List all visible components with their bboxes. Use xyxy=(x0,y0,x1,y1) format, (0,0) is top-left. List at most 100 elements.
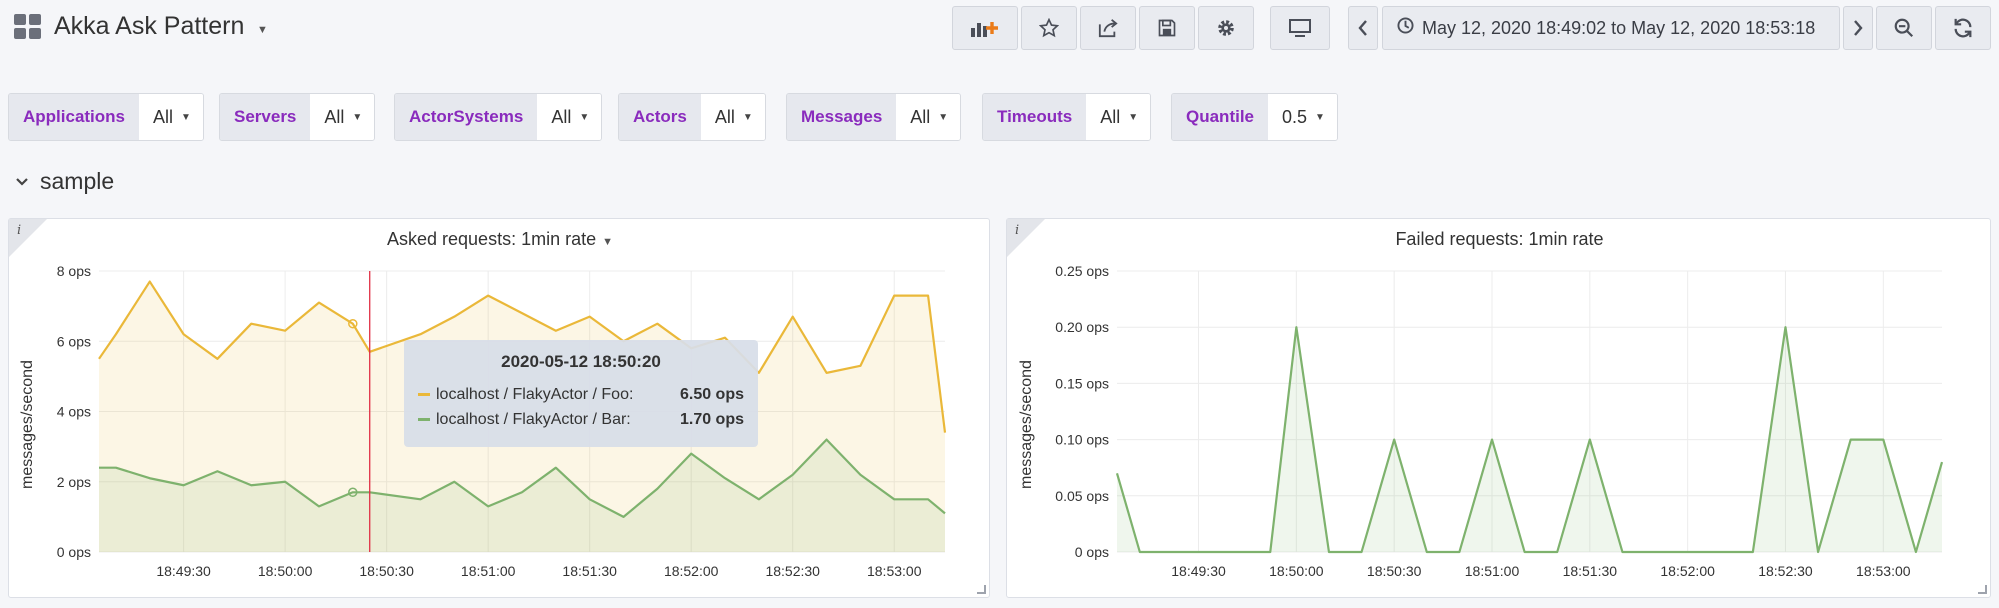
variable-dropdown[interactable]: All ▼ xyxy=(310,94,375,140)
refresh-button[interactable] xyxy=(1935,6,1991,50)
star-button[interactable] xyxy=(1021,6,1077,50)
y-tick-label: 0 ops xyxy=(57,544,91,560)
time-forward-button[interactable] xyxy=(1843,6,1873,50)
time-range-picker[interactable]: May 12, 2020 18:49:02 to May 12, 2020 18… xyxy=(1382,6,1840,50)
gear-icon xyxy=(1215,17,1237,39)
time-range-text: May 12, 2020 18:49:02 to May 12, 2020 18… xyxy=(1422,17,1816,38)
variable-label: ActorSystems xyxy=(395,94,538,140)
caret-down-icon: ▼ xyxy=(938,111,949,123)
variable-actors[interactable]: Actors All ▼ xyxy=(618,93,766,141)
variable-dropdown[interactable]: All ▼ xyxy=(1086,94,1151,140)
series-swatch xyxy=(418,393,430,396)
variable-value: All xyxy=(910,106,931,127)
x-tick-label: 18:51:30 xyxy=(1563,563,1618,579)
add-panel-icon xyxy=(970,18,1000,38)
variable-label: Applications xyxy=(9,94,140,140)
chart-tooltip: 2020-05-12 18:50:20 localhost / FlakyAct… xyxy=(404,340,758,447)
settings-button[interactable] xyxy=(1198,6,1254,50)
x-tick-label: 18:50:00 xyxy=(258,563,313,579)
y-tick-label: 0.20 ops xyxy=(1055,319,1109,335)
x-tick-label: 18:53:00 xyxy=(867,563,922,579)
caret-down-icon: ▼ xyxy=(1315,111,1325,123)
variable-label: Messages xyxy=(787,94,897,140)
x-tick-label: 18:49:30 xyxy=(156,563,211,579)
y-tick-label: 0.15 ops xyxy=(1055,375,1109,391)
x-tick-label: 18:50:30 xyxy=(359,563,414,579)
variable-label: Actors xyxy=(619,94,701,140)
share-button[interactable] xyxy=(1080,6,1136,50)
time-back-button[interactable] xyxy=(1348,6,1378,50)
variable-timeouts[interactable]: Timeouts All ▼ xyxy=(982,93,1152,141)
x-tick-label: 18:52:00 xyxy=(664,563,719,579)
x-tick-label: 18:50:00 xyxy=(1269,563,1324,579)
variable-value: 0.5 xyxy=(1282,106,1308,127)
tooltip-series-name: localhost / FlakyActor / Foo: xyxy=(436,385,634,403)
tooltip-row: localhost / FlakyActor / Foo: 6.50 ops xyxy=(418,382,744,407)
zoom-out-icon xyxy=(1893,17,1915,39)
resize-handle[interactable] xyxy=(977,585,986,594)
y-tick-label: 2 ops xyxy=(57,474,91,490)
save-icon xyxy=(1157,18,1177,38)
variable-label: Quantile xyxy=(1172,94,1269,140)
monitor-icon xyxy=(1288,18,1312,38)
variable-dropdown[interactable]: All ▼ xyxy=(896,94,961,140)
variable-actorsystems[interactable]: ActorSystems All ▼ xyxy=(394,93,603,141)
variable-value: All xyxy=(1100,106,1121,127)
variable-value: All xyxy=(324,106,345,127)
x-tick-label: 18:51:00 xyxy=(461,563,516,579)
y-tick-label: 0 ops xyxy=(1075,544,1109,560)
variable-value: All xyxy=(551,106,572,127)
chart-failed-requests[interactable]: 0 ops 0.05 ops 0.10 ops 0.15 ops 0.20 ops 0.2… xyxy=(1007,219,1992,599)
dashboard-title[interactable]: Akka Ask Pattern xyxy=(54,12,244,41)
caret-down-icon: ▼ xyxy=(352,111,363,123)
tooltip-row: localhost / FlakyActor / Bar: 1.70 ops xyxy=(418,407,744,432)
tooltip-series-name: localhost / FlakyActor / Bar: xyxy=(436,410,631,428)
chevron-right-icon xyxy=(1853,20,1863,36)
variable-servers[interactable]: Servers All ▼ xyxy=(219,93,376,141)
variable-messages[interactable]: Messages All ▼ xyxy=(786,93,962,141)
x-tick-label: 18:52:30 xyxy=(1758,563,1813,579)
chevron-down-icon[interactable]: ▼ xyxy=(257,24,268,36)
variable-label: Timeouts xyxy=(983,94,1087,140)
variable-dropdown[interactable]: All ▼ xyxy=(139,94,203,140)
variable-dropdown[interactable]: 0.5 ▼ xyxy=(1268,94,1337,140)
clock-icon xyxy=(1397,17,1414,39)
x-tick-label: 18:50:30 xyxy=(1367,563,1422,579)
row-title[interactable]: sample xyxy=(40,168,114,195)
caret-down-icon: ▼ xyxy=(742,111,753,123)
panel-failed-requests: i Failed requests: 1min rate messages/se… xyxy=(1006,218,1991,598)
caret-down-icon: ▼ xyxy=(579,111,590,123)
variable-quantile[interactable]: Quantile 0.5 ▼ xyxy=(1171,93,1338,141)
tooltip-time: 2020-05-12 18:50:20 xyxy=(501,352,661,371)
y-tick-label: 4 ops xyxy=(57,404,91,420)
variable-dropdown[interactable]: All ▼ xyxy=(700,94,765,140)
star-icon xyxy=(1039,18,1059,38)
zoom-out-button[interactable] xyxy=(1876,6,1932,50)
tv-mode-button[interactable] xyxy=(1270,6,1330,50)
variable-label: Servers xyxy=(220,94,311,140)
x-tick-label: 18:52:30 xyxy=(765,563,820,579)
variable-applications[interactable]: Applications All ▼ xyxy=(8,93,204,141)
y-tick-label: 0.25 ops xyxy=(1055,263,1109,279)
row-collapse-chevron-icon[interactable] xyxy=(15,174,29,192)
chevron-left-icon xyxy=(1358,20,1368,36)
share-icon xyxy=(1097,18,1119,38)
resize-handle[interactable] xyxy=(1978,585,1987,594)
top-bar: Akka Ask Pattern ▼ May 12, 2020 18:49:02… xyxy=(0,0,1999,56)
tooltip-series-value: 6.50 ops xyxy=(679,385,744,403)
x-tick-label: 18:49:30 xyxy=(1171,563,1226,579)
caret-down-icon: ▼ xyxy=(181,111,191,123)
x-tick-label: 18:51:00 xyxy=(1465,563,1520,579)
variable-value: All xyxy=(153,106,174,127)
x-tick-label: 18:52:00 xyxy=(1660,563,1715,579)
variable-value: All xyxy=(714,106,735,127)
save-button[interactable] xyxy=(1139,6,1195,50)
x-tick-label: 18:51:30 xyxy=(562,563,617,579)
dashboards-grid-icon[interactable] xyxy=(14,14,42,40)
add-panel-button[interactable] xyxy=(952,6,1018,50)
series-swatch xyxy=(418,418,430,421)
variable-dropdown[interactable]: All ▼ xyxy=(537,94,602,140)
tooltip-series-value: 1.70 ops xyxy=(679,410,744,428)
y-tick-label: 0.05 ops xyxy=(1055,488,1109,504)
caret-down-icon: ▼ xyxy=(1128,111,1139,123)
